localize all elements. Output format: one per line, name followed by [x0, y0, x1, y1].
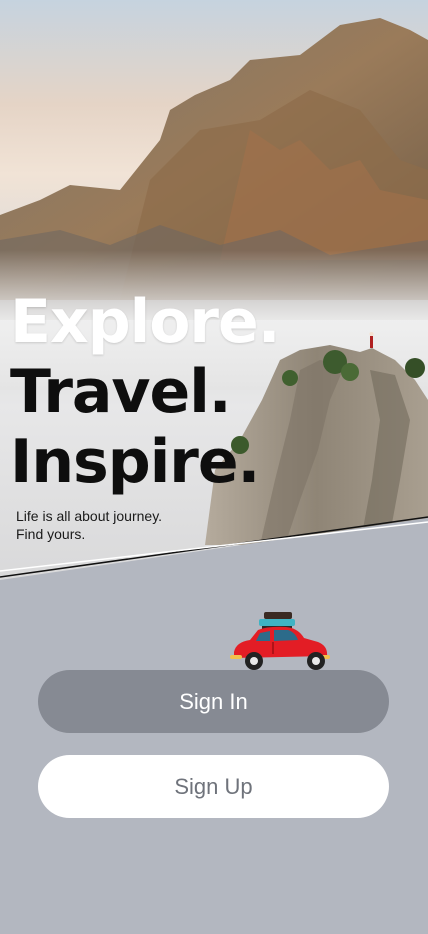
hero-banner: Explore. Travel. Inspire. Life is all ab… [0, 0, 428, 580]
headline-inspire: Inspire. [10, 427, 260, 497]
car-with-luggage-icon [230, 612, 330, 670]
sign-up-button[interactable]: Sign Up [38, 755, 389, 818]
tagline: Life is all about journey. Find yours. [16, 508, 163, 542]
headline-explore: Explore. [10, 287, 280, 357]
headline-travel: Travel. [10, 357, 232, 427]
sign-in-button[interactable]: Sign In [38, 670, 389, 733]
